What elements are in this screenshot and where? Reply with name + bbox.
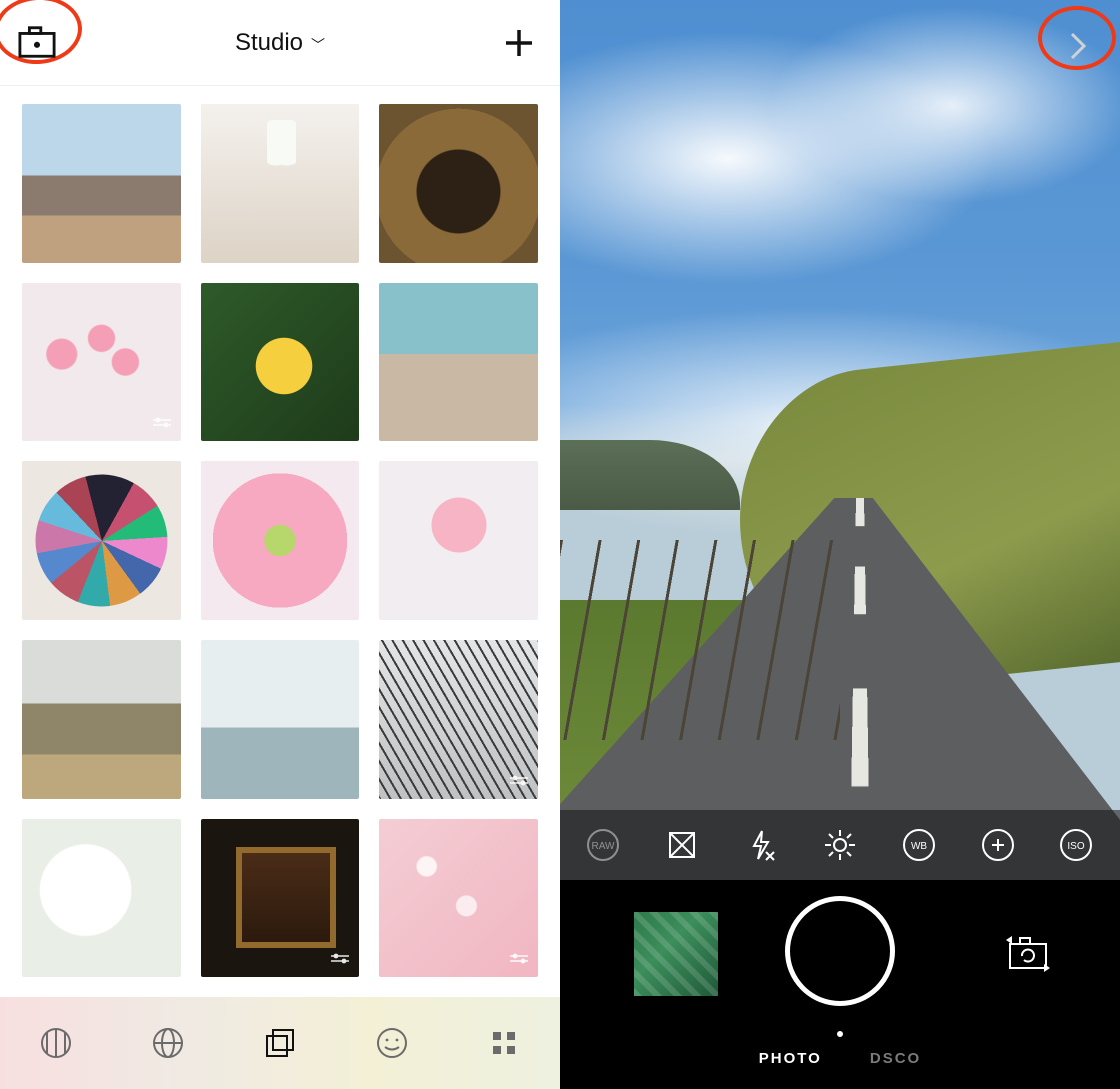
plus-icon (503, 27, 535, 59)
svg-text:ISO: ISO (1068, 841, 1085, 852)
switch-camera-icon (1004, 934, 1052, 974)
edited-icon (329, 947, 351, 969)
switch-camera-button[interactable] (1004, 934, 1052, 974)
flash-icon (744, 828, 778, 862)
discover-icon (151, 1026, 185, 1060)
profile-icon (375, 1026, 409, 1060)
flash-button[interactable] (735, 819, 787, 871)
nav-feed[interactable] (34, 1021, 78, 1065)
shop-icon (487, 1026, 521, 1060)
viewfinder-fence (560, 540, 840, 740)
photo-thumbnail[interactable] (379, 461, 538, 620)
studio-grid[interactable] (0, 86, 560, 1089)
chevron-down-icon: ﹀ (311, 35, 325, 55)
camera-tool-row: RAW WB ISO (560, 810, 1120, 880)
camera-icon (18, 25, 56, 59)
import-button[interactable] (498, 22, 540, 64)
focus-icon (981, 828, 1015, 862)
chevron-right-icon (1067, 31, 1089, 61)
raw-toggle[interactable]: RAW (577, 819, 629, 871)
photo-thumbnail[interactable] (22, 283, 181, 442)
photo-thumbnail[interactable] (379, 283, 538, 442)
photo-thumbnail[interactable] (201, 640, 360, 799)
mode-indicator-dot (837, 1031, 843, 1037)
studio-header: Studio ﹀ (0, 0, 560, 86)
feed-icon (39, 1026, 73, 1060)
studio-pane: Studio ﹀ (0, 0, 560, 1089)
svg-text:WB: WB (911, 841, 927, 852)
photo-thumbnail[interactable] (201, 283, 360, 442)
camera-bottom-bar: PHOTO DSCO (560, 880, 1120, 1089)
focus-button[interactable] (972, 819, 1024, 871)
photo-thumbnail[interactable] (379, 640, 538, 799)
nav-studio[interactable] (258, 1021, 302, 1065)
bottom-nav (0, 997, 560, 1089)
photo-thumbnail[interactable] (22, 461, 181, 620)
raw-icon: RAW (586, 828, 620, 862)
mode-photo[interactable]: PHOTO (759, 1050, 822, 1067)
iso-button[interactable]: ISO (1050, 819, 1102, 871)
white-balance-icon: WB (902, 828, 936, 862)
grid-overlay-button[interactable] (656, 819, 708, 871)
photo-thumbnail[interactable] (201, 461, 360, 620)
photo-thumbnail[interactable] (379, 104, 538, 263)
photo-thumbnail[interactable] (379, 819, 538, 978)
edited-icon (151, 411, 173, 433)
studio-title-dropdown[interactable]: Studio ﹀ (235, 29, 325, 57)
edited-icon (508, 947, 530, 969)
edited-icon (508, 769, 530, 791)
studio-icon (263, 1026, 297, 1060)
studio-title-label: Studio (235, 29, 303, 57)
exposure-button[interactable] (814, 819, 866, 871)
photo-thumbnail[interactable] (201, 104, 360, 263)
photo-thumbnail[interactable] (22, 104, 181, 263)
camera-pane: RAW WB ISO (560, 0, 1120, 1089)
grid-overlay-icon (665, 828, 699, 862)
capture-mode-row: PHOTO DSCO (560, 1050, 1120, 1067)
mode-dsco[interactable]: DSCO (870, 1050, 921, 1067)
svg-text:RAW: RAW (592, 841, 616, 852)
nav-discover[interactable] (146, 1021, 190, 1065)
camera-viewfinder[interactable]: RAW WB ISO (560, 0, 1120, 880)
exposure-icon (823, 828, 857, 862)
iso-icon: ISO (1059, 828, 1093, 862)
shutter-button[interactable] (785, 896, 895, 1006)
white-balance-button[interactable]: WB (893, 819, 945, 871)
next-button[interactable] (1058, 26, 1098, 66)
nav-shop[interactable] (482, 1021, 526, 1065)
nav-profile[interactable] (370, 1021, 414, 1065)
photo-thumbnail[interactable] (22, 640, 181, 799)
photo-thumbnail[interactable] (201, 819, 360, 978)
photo-thumbnail[interactable] (22, 819, 181, 978)
last-photo-thumbnail[interactable] (634, 912, 718, 996)
open-camera-button[interactable] (14, 22, 60, 62)
